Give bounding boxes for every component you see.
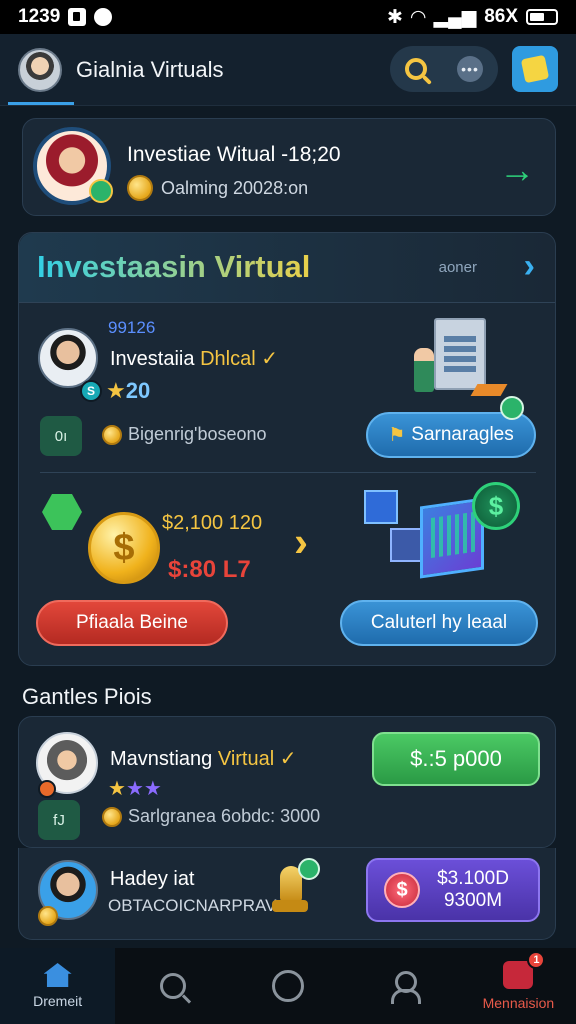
active-tab-indicator [8, 102, 74, 105]
battery-percent: 86X [484, 6, 518, 27]
bank-building-illustration [414, 318, 508, 398]
user-avatar[interactable] [18, 47, 62, 92]
star-icon: ★ [108, 778, 126, 800]
coin-icon [38, 906, 58, 926]
nav-label-home: Dremeit [33, 993, 83, 1009]
ramp-icon [470, 384, 508, 396]
sarnaragles-label: Sarnaragles [411, 424, 514, 445]
verified-badge-icon [89, 179, 113, 203]
chevron-right-icon[interactable]: › [294, 518, 308, 566]
game-item-tile[interactable]: fJ [38, 800, 80, 840]
investor-name-prefix: Investaiia [110, 348, 195, 370]
game-item2-subtitle: OBTACOICNARPRAV [108, 896, 277, 915]
status-time: 1239 [18, 6, 61, 27]
profile-icon: 1 [503, 951, 546, 989]
investor-rating: ★20 [106, 378, 150, 404]
status-bar: 1239 ✱ ◠ ▂▄▆ 86X [0, 0, 576, 34]
coin-icon [102, 424, 122, 445]
invest-header: Investaasin Virtual aoner › [19, 233, 555, 303]
invest-divider [40, 472, 536, 473]
nav-label-profile: Mennaision [482, 995, 555, 1011]
nav-item-home[interactable]: Dremeit [0, 948, 116, 1024]
location-pin-icon: ⚑ [388, 424, 406, 446]
nav-item-person[interactable] [346, 948, 461, 1024]
game-item2-name: Hadey iat [110, 868, 195, 890]
header-actions: ••• [390, 46, 558, 92]
star-icon: ★ [106, 378, 126, 403]
notification-record-icon [94, 8, 113, 26]
wifi-icon: ◠ [410, 6, 426, 28]
star-icon: ★★ [125, 778, 162, 800]
person-figure-icon [414, 348, 434, 392]
red-coin-icon: $ [384, 872, 420, 908]
profile-arrow-icon[interactable]: → [499, 149, 535, 191]
profile-coin-row: Oalming 20028:on [127, 175, 308, 201]
app-header: Gialnia Virtuals ••• [0, 34, 576, 106]
profile-card[interactable]: Investiae Witual -18;20 Oalming 20028:on… [22, 118, 556, 216]
joystick-base [272, 900, 308, 912]
rewards-button[interactable] [512, 46, 558, 92]
notification-app-icon [68, 8, 87, 26]
battery-icon [526, 9, 558, 25]
game-item-name: Mavnstiang Virtual ✓ [110, 746, 297, 771]
game-item-name-prefix: Mavnstiang [110, 748, 213, 770]
home-icon [43, 963, 72, 987]
nav-item-profile[interactable]: 1 Mennaision [461, 948, 576, 1024]
person-icon [389, 971, 422, 1004]
dollar-circle-icon: $ [472, 482, 520, 530]
investor-name: Investaiia Dhlcal ✓ [110, 346, 278, 371]
app-title: Gialnia Virtuals [76, 56, 224, 82]
circle-icon [272, 970, 304, 1002]
screen-small-icon [364, 490, 398, 524]
check-badge-icon [298, 858, 320, 880]
check-badge-icon [500, 396, 524, 420]
game-item2-value-line2: 9300M [443, 890, 503, 911]
secondary-action-button[interactable]: Caluterl hy leaal [340, 600, 538, 646]
rewards-icon [520, 54, 550, 84]
profile-subtitle: Oalming 20028:on [161, 177, 309, 198]
game-item-name-highlight: Virtual ✓ [217, 748, 297, 770]
header-action-pill: ••• [390, 46, 498, 92]
profile-avatar [33, 127, 113, 205]
nav-item-center[interactable] [230, 948, 345, 1024]
game-rating-stars: ★★★ [108, 776, 162, 801]
investor-avatar [38, 328, 98, 388]
investor-rating-value: 20 [125, 378, 151, 403]
chevron-right-icon[interactable]: › [524, 247, 535, 286]
investor-coin-text: Bigenrig'boseono [128, 424, 267, 444]
game-item-coin-line: Sarlgranea 6obdc: 3000 [102, 806, 320, 827]
investor-tile[interactable]: 0ı [40, 416, 82, 456]
status-dot-icon [38, 780, 56, 798]
invest-section-title: Investaasin Virtual [37, 249, 311, 284]
primary-action-button[interactable]: Pfiaala Beine [36, 600, 228, 646]
amount-sub: $:80 L7 [168, 556, 251, 583]
bluetooth-icon: ✱ [386, 6, 403, 28]
search-icon[interactable] [405, 58, 427, 80]
profile-title: Investiae Witual -18;20 [127, 143, 341, 166]
invest-more-link[interactable]: aoner [439, 259, 477, 276]
coin-icon [127, 175, 153, 201]
game-item-coin-text: Sarlgranea 6obdc: 3000 [128, 806, 321, 826]
amount-main: $2,100 120 [162, 512, 263, 534]
investor-id: 99126 [108, 318, 156, 337]
investor-name-highlight: Dhlcal ✓ [200, 348, 278, 370]
game-item-value-button[interactable]: $.:5 p000 [372, 732, 540, 786]
building-icon [434, 318, 486, 390]
chat-icon[interactable]: ••• [457, 56, 483, 82]
notification-badge: 1 [527, 951, 546, 969]
coin-icon [102, 806, 122, 827]
investor-badge: S [80, 380, 102, 402]
game-item2-value-line1: $3.100D [437, 868, 509, 889]
search-icon [159, 973, 186, 999]
signal-icon: ▂▄▆ [433, 6, 477, 28]
dollar-coin-icon: $ [88, 512, 160, 584]
joystick-icon [272, 858, 320, 914]
games-section-heading: Gantles Piois [22, 684, 152, 709]
nav-item-search[interactable] [115, 948, 230, 1024]
bottom-nav: Dremeit 1 Mennaision [0, 948, 576, 1024]
trading-screens-illustration: $ [360, 482, 530, 592]
investor-coin-line: Bigenrig'boseono [102, 424, 267, 445]
